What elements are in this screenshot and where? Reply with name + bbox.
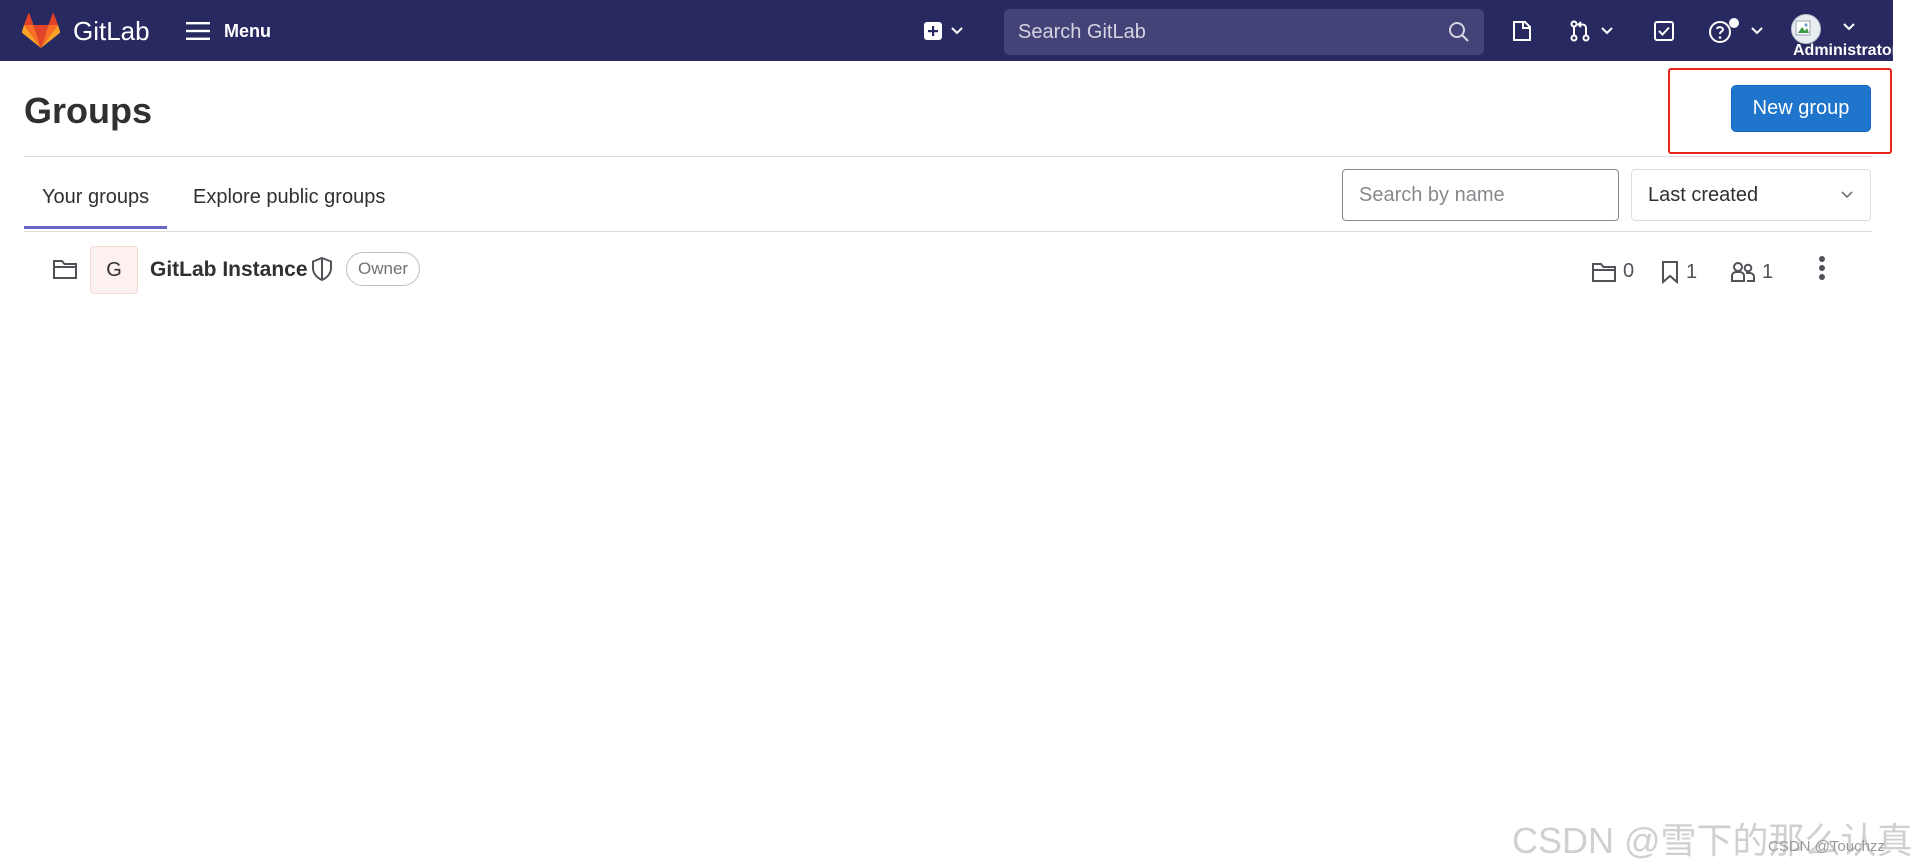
group-avatar[interactable]: G	[90, 246, 138, 294]
todos-button[interactable]	[1652, 16, 1676, 46]
user-menu[interactable]: Administrator	[1790, 12, 1893, 61]
menu-label: Menu	[224, 20, 271, 41]
projects-count-value: 1	[1686, 260, 1698, 283]
new-group-button[interactable]: New group	[1731, 85, 1871, 132]
issues-button[interactable]	[1510, 16, 1534, 46]
filter-search-input[interactable]	[1342, 169, 1619, 221]
merge-requests-dropdown[interactable]	[1568, 16, 1614, 46]
page-right-margin	[1893, 0, 1920, 866]
subgroups-count-value: 0	[1623, 260, 1635, 282]
subgroups-count: 0	[1591, 260, 1634, 283]
merge-request-icon	[1570, 20, 1590, 42]
projects-count: 1	[1660, 260, 1697, 284]
issues-icon	[1513, 21, 1531, 41]
sort-dropdown[interactable]: Last created	[1631, 169, 1871, 221]
members-count-value: 1	[1762, 260, 1774, 283]
help-question-icon	[1709, 18, 1739, 43]
more-actions-kebab-icon[interactable]	[1816, 254, 1828, 286]
users-icon	[1731, 262, 1755, 282]
tab-your-groups[interactable]: Your groups	[24, 165, 168, 229]
todo-checkbox-icon	[1654, 21, 1674, 41]
role-badge: Owner	[346, 252, 421, 286]
hamburger-icon	[186, 22, 210, 40]
user-name: Administrator	[1793, 42, 1893, 59]
menu-button[interactable]: Menu	[186, 16, 271, 46]
group-name-link[interactable]: GitLab Instance	[150, 258, 308, 282]
chevron-down-icon	[1843, 23, 1855, 31]
group-row[interactable]: G GitLab Instance Owner 0 1 1	[24, 238, 1872, 302]
plus-square-icon	[924, 22, 942, 40]
folder-icon	[53, 260, 77, 279]
gitlab-logo-icon[interactable]	[22, 13, 60, 49]
bookmark-icon	[1662, 261, 1678, 284]
create-new-dropdown[interactable]	[924, 16, 964, 46]
tab-explore-public-groups[interactable]: Explore public groups	[175, 165, 403, 229]
tabs-divider	[24, 231, 1872, 232]
page: GitLab Menu Search GitLab Administrator …	[0, 0, 1920, 866]
folder-icon	[1592, 262, 1616, 282]
chevron-down-icon	[951, 27, 963, 35]
watermark-small-text: CSDN @Touchzz	[1768, 838, 1885, 855]
sort-selected-label: Last created	[1648, 183, 1759, 206]
chevron-down-icon	[1751, 27, 1763, 35]
search-icon	[1449, 22, 1469, 42]
top-navbar: GitLab Menu Search GitLab Administrator	[0, 0, 1893, 61]
chevron-down-icon	[1601, 27, 1613, 35]
global-search[interactable]	[1004, 9, 1484, 55]
broken-image-icon	[1795, 20, 1811, 36]
help-dropdown[interactable]	[1708, 16, 1764, 46]
members-count: 1	[1730, 260, 1773, 284]
shield-icon	[312, 256, 332, 282]
brand-name[interactable]: GitLab	[73, 13, 150, 49]
header-divider	[24, 156, 1872, 157]
global-search-input[interactable]	[1018, 20, 1448, 44]
avatar	[1791, 14, 1821, 44]
page-title: Groups	[24, 90, 153, 131]
chevron-down-icon	[1841, 191, 1853, 199]
